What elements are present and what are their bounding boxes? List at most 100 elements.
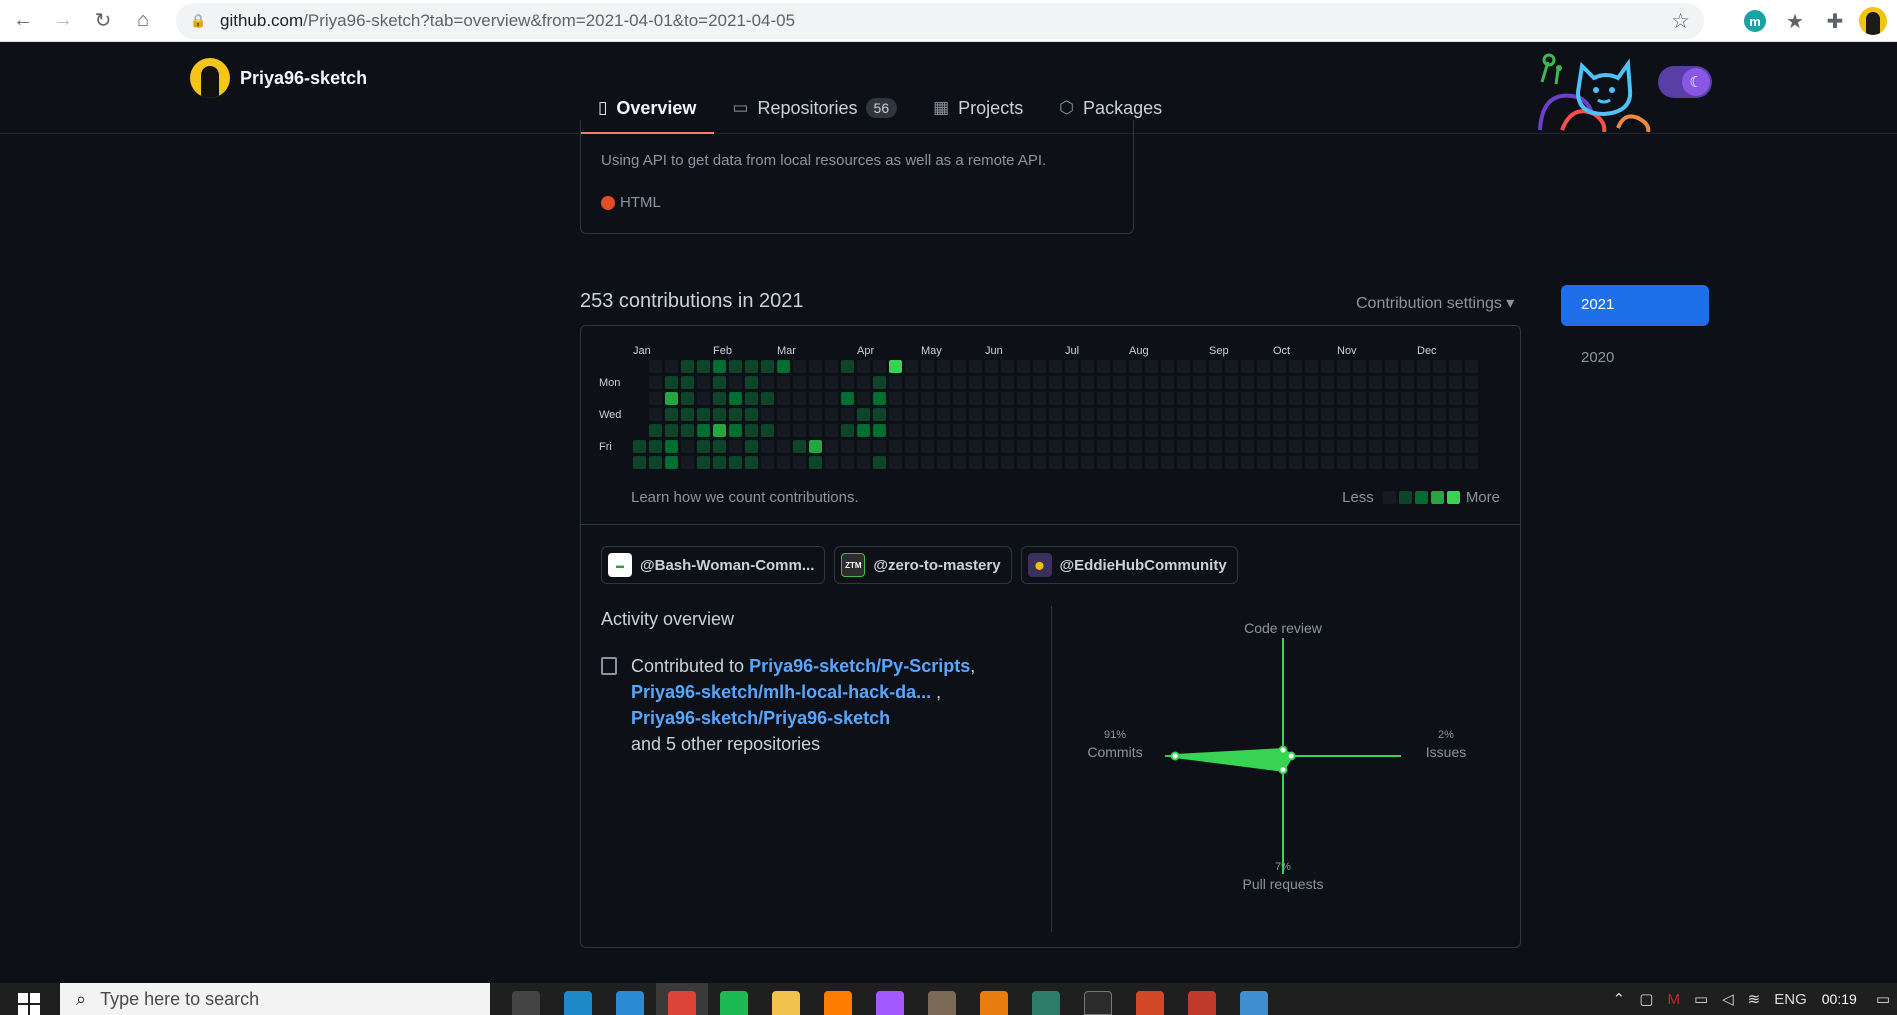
contribution-day[interactable]	[1321, 376, 1334, 389]
contribution-day[interactable]	[1081, 392, 1094, 405]
contribution-day[interactable]	[633, 440, 646, 453]
contribution-day[interactable]	[649, 440, 662, 453]
contribution-day[interactable]	[1273, 408, 1286, 421]
contribution-day[interactable]	[729, 408, 742, 421]
contribution-day[interactable]	[1049, 360, 1062, 373]
contribution-day[interactable]	[1465, 360, 1478, 373]
contribution-day[interactable]	[985, 376, 998, 389]
contribution-day[interactable]	[745, 456, 758, 469]
contribution-day[interactable]	[1257, 456, 1270, 469]
contribution-day[interactable]	[857, 424, 870, 437]
contribution-day[interactable]	[1305, 408, 1318, 421]
contribution-day[interactable]	[1369, 408, 1382, 421]
contribution-day[interactable]	[793, 440, 806, 453]
contribution-day[interactable]	[745, 408, 758, 421]
learn-contributions-link[interactable]: Learn how we count contributions.	[631, 489, 859, 506]
contribution-day[interactable]	[1449, 392, 1462, 405]
contribution-day[interactable]	[1113, 360, 1126, 373]
contribution-day[interactable]	[809, 376, 822, 389]
m-extension-icon[interactable]: m	[1735, 0, 1775, 42]
contribution-day[interactable]	[1321, 456, 1334, 469]
contribution-day[interactable]	[1033, 392, 1046, 405]
contribution-day[interactable]	[1385, 424, 1398, 437]
contribution-day[interactable]	[1081, 376, 1094, 389]
contribution-day[interactable]	[1353, 360, 1366, 373]
contribution-day[interactable]	[1097, 376, 1110, 389]
contribution-day[interactable]	[1193, 360, 1206, 373]
contribution-day[interactable]	[841, 456, 854, 469]
contribution-day[interactable]	[841, 376, 854, 389]
contribution-day[interactable]	[937, 360, 950, 373]
contribution-day[interactable]	[1273, 392, 1286, 405]
contribution-day[interactable]	[1209, 376, 1222, 389]
contribution-day[interactable]	[1305, 456, 1318, 469]
contribution-day[interactable]	[1241, 440, 1254, 453]
contribution-day[interactable]	[1241, 408, 1254, 421]
contribution-day[interactable]	[953, 424, 966, 437]
contribution-day[interactable]	[1097, 440, 1110, 453]
contribution-day[interactable]	[1257, 424, 1270, 437]
contribution-day[interactable]	[1161, 408, 1174, 421]
contribution-day[interactable]	[1145, 440, 1158, 453]
contribution-day[interactable]	[1209, 408, 1222, 421]
contribution-day[interactable]	[649, 376, 662, 389]
contribution-day[interactable]	[1289, 456, 1302, 469]
contribution-day[interactable]	[697, 408, 710, 421]
contribution-day[interactable]	[745, 424, 758, 437]
contribution-day[interactable]	[1337, 376, 1350, 389]
contribution-day[interactable]	[1113, 376, 1126, 389]
contribution-day[interactable]	[889, 392, 902, 405]
contribution-day[interactable]	[905, 440, 918, 453]
contribution-day[interactable]	[1209, 440, 1222, 453]
contribution-day[interactable]	[713, 392, 726, 405]
repo-link-mlh-local-hack[interactable]: Priya96-sketch/mlh-local-hack-da...	[631, 682, 931, 702]
contribution-day[interactable]	[969, 456, 982, 469]
contribution-day[interactable]	[825, 440, 838, 453]
contribution-day[interactable]	[1177, 456, 1190, 469]
contribution-day[interactable]	[1049, 440, 1062, 453]
task-view-icon[interactable]	[500, 983, 552, 1015]
contribution-day[interactable]	[905, 456, 918, 469]
contribution-day[interactable]	[985, 424, 998, 437]
contribution-day[interactable]	[697, 392, 710, 405]
contribution-day[interactable]	[921, 392, 934, 405]
year-2020-link[interactable]: 2020	[1581, 349, 1614, 366]
contribution-day[interactable]	[1145, 424, 1158, 437]
contribution-day[interactable]	[1289, 360, 1302, 373]
contribution-day[interactable]	[1257, 360, 1270, 373]
contribution-day[interactable]	[761, 408, 774, 421]
contribution-day[interactable]	[761, 360, 774, 373]
contribution-day[interactable]	[1449, 360, 1462, 373]
contribution-day[interactable]	[1449, 408, 1462, 421]
contribution-day[interactable]	[1433, 408, 1446, 421]
contribution-day[interactable]	[729, 456, 742, 469]
contribution-day[interactable]	[1081, 408, 1094, 421]
contribution-day[interactable]	[889, 376, 902, 389]
contribution-day[interactable]	[1225, 408, 1238, 421]
org-filter-eddiehub[interactable]: ⬤ @EddieHubCommunity	[1020, 546, 1238, 584]
contribution-day[interactable]	[1129, 376, 1142, 389]
contribution-day[interactable]	[1001, 440, 1014, 453]
contribution-day[interactable]	[937, 424, 950, 437]
contribution-day[interactable]	[793, 408, 806, 421]
contribution-day[interactable]	[1417, 392, 1430, 405]
contribution-day[interactable]	[1465, 424, 1478, 437]
spotify-icon[interactable]	[708, 983, 760, 1015]
contribution-day[interactable]	[1081, 440, 1094, 453]
powerpoint-icon[interactable]	[1124, 983, 1176, 1015]
contribution-day[interactable]	[1449, 376, 1462, 389]
contribution-day[interactable]	[1161, 440, 1174, 453]
app-icon[interactable]	[916, 983, 968, 1015]
contribution-day[interactable]	[649, 392, 662, 405]
file-explorer-icon[interactable]	[760, 983, 812, 1015]
contribution-day[interactable]	[985, 456, 998, 469]
contribution-day[interactable]	[1353, 456, 1366, 469]
contribution-day[interactable]	[1273, 440, 1286, 453]
contribution-day[interactable]	[777, 440, 790, 453]
contribution-day[interactable]	[1401, 392, 1414, 405]
contribution-day[interactable]	[1145, 456, 1158, 469]
contribution-day[interactable]	[1065, 440, 1078, 453]
contribution-day[interactable]	[1001, 360, 1014, 373]
contribution-day[interactable]	[969, 376, 982, 389]
contribution-day[interactable]	[873, 376, 886, 389]
